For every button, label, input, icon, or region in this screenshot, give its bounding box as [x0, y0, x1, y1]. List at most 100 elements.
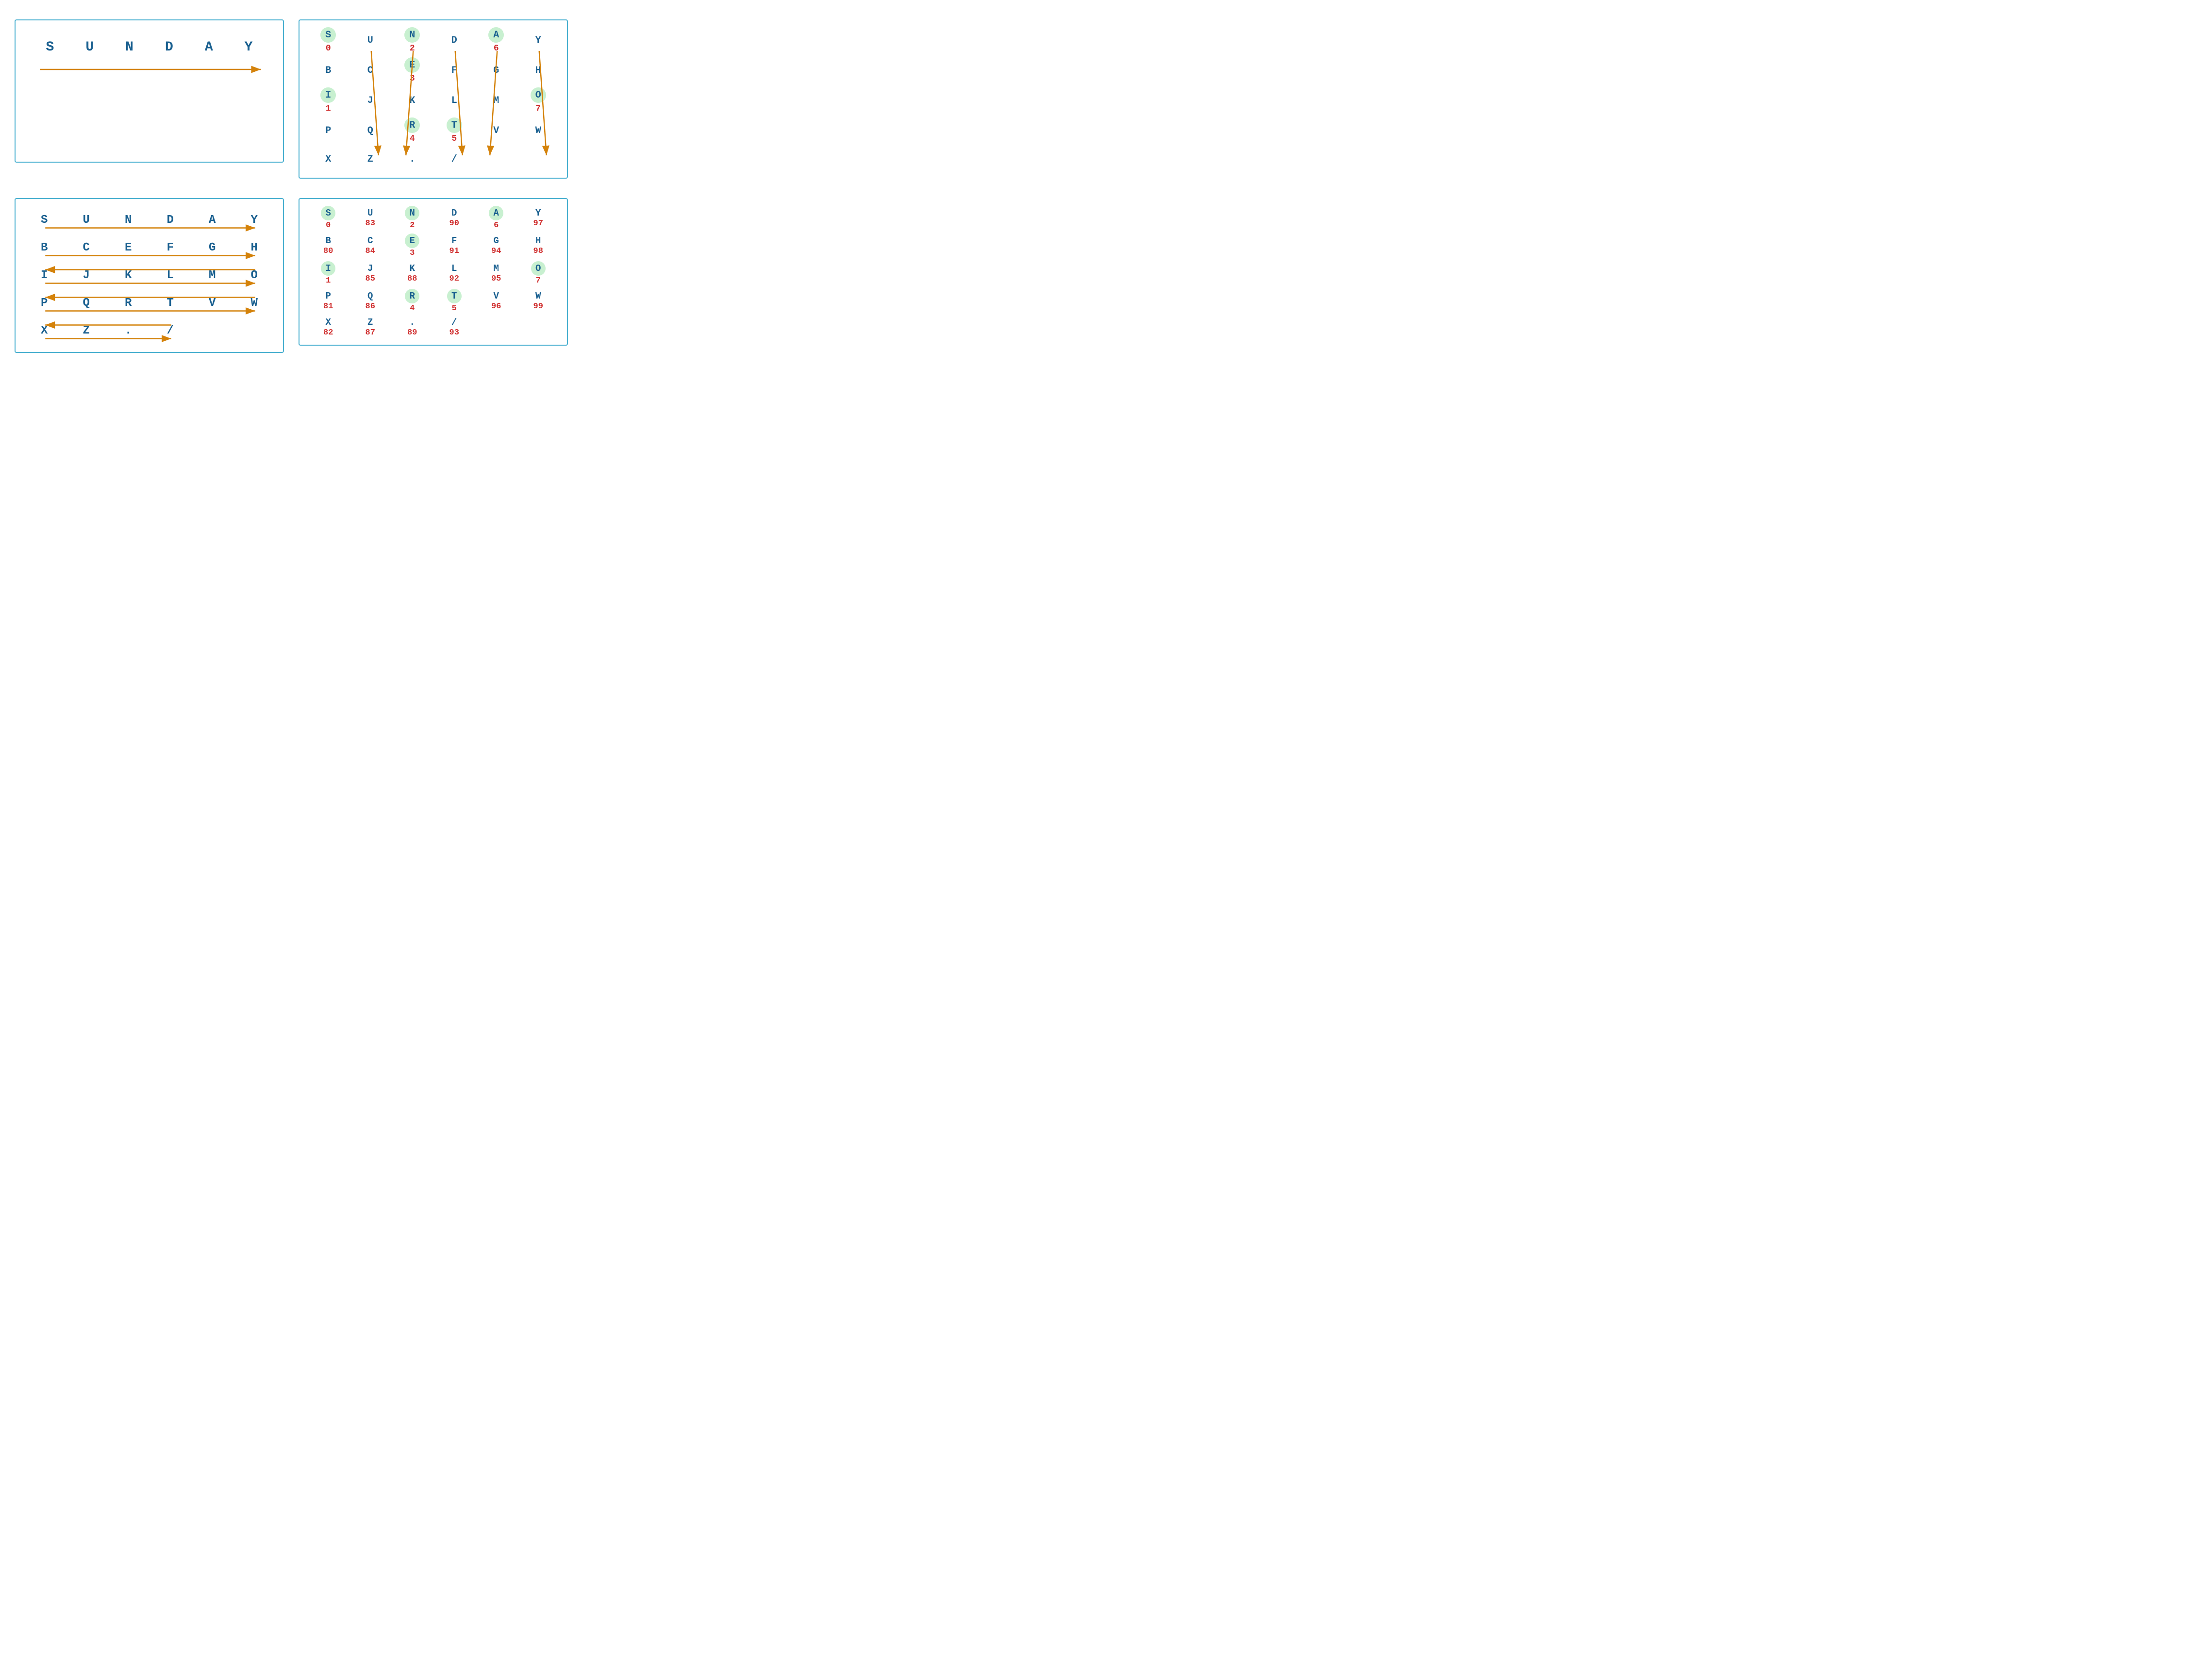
section3-number: 3 — [410, 74, 415, 83]
section4-number: 80 — [323, 247, 333, 256]
section4-cell: Q86 — [349, 288, 392, 314]
section3-cell: V — [475, 117, 517, 145]
section4-cell: B80 — [307, 233, 349, 259]
section4-letter: E — [405, 234, 419, 248]
section4-number: 93 — [449, 328, 459, 337]
section4-letter: U — [367, 208, 373, 218]
section4-letter: W — [535, 291, 541, 301]
section4-letter: J — [367, 263, 373, 274]
section3-number: 4 — [410, 134, 415, 144]
section2-cell: X — [23, 322, 66, 339]
section4-letter: D — [451, 208, 457, 218]
section4-letter: H — [535, 235, 541, 246]
section3-letter: P — [325, 125, 331, 136]
section4-letter: N — [405, 206, 419, 220]
section1-box: S U N D A Y — [15, 19, 284, 163]
section4-cell: K88 — [391, 260, 433, 286]
section4-cell: G94 — [475, 233, 517, 259]
section3-letter: W — [535, 125, 541, 136]
section4-cell: U83 — [349, 205, 392, 231]
section4-number: 83 — [366, 219, 375, 228]
section3-letter: G — [493, 65, 499, 76]
section3-letter: B — [325, 65, 331, 76]
section3-cell: H — [517, 56, 560, 84]
section4-number: 7 — [536, 276, 541, 285]
section2-cell: U — [66, 212, 108, 229]
section3-letter: F — [451, 65, 457, 76]
section3-letter: M — [493, 95, 499, 106]
section2-cell: E — [107, 239, 150, 256]
section4-number: 0 — [326, 221, 331, 230]
section3-letter: S — [320, 27, 336, 43]
section2-cell: . — [107, 322, 150, 339]
section3-box: S0UN2DA6YBCE3FGHI1JKLMO7PQR4T5VWXZ./ — [299, 19, 568, 179]
section4-number: 6 — [494, 221, 499, 230]
section3-number: 2 — [410, 44, 415, 53]
section4-number: 86 — [366, 302, 375, 311]
section3-cell: E3 — [391, 56, 433, 84]
section3-letter: L — [451, 95, 457, 106]
section3-letter: T — [447, 117, 462, 133]
section3-letter: N — [404, 27, 420, 43]
section1-arrow — [25, 60, 273, 79]
section4-cell: D90 — [433, 205, 476, 231]
section4-cell: .89 — [391, 316, 433, 339]
section2-cell: I — [23, 267, 66, 284]
section4-cell: V96 — [475, 288, 517, 314]
section3-letter: Q — [367, 125, 373, 136]
section2-cell: Q — [66, 295, 108, 312]
section4-cell: L92 — [433, 260, 476, 286]
section3-cell: F — [433, 56, 476, 84]
section3-cell: I1 — [307, 86, 349, 115]
section2-cell: A — [191, 212, 233, 229]
section2-cell: G — [191, 239, 233, 256]
section3-cell: Z — [349, 147, 392, 172]
letter-Y: Y — [245, 40, 253, 55]
section4-letter: I — [321, 261, 335, 276]
section2-cell: K — [107, 267, 150, 284]
section3-letter: Z — [367, 154, 373, 165]
section3-letter: K — [409, 95, 415, 106]
section3-letter: D — [451, 35, 457, 46]
section3-letter: O — [531, 87, 546, 103]
section4-cell: W99 — [517, 288, 560, 314]
section4-letter: R — [405, 289, 419, 303]
section4-cell: F91 — [433, 233, 476, 259]
section4-cell: A6 — [475, 205, 517, 231]
section4-cell: N2 — [391, 205, 433, 231]
section2-box: SUNDAYBCEFGHIJKLMOPQRTVWXZ./ — [15, 198, 284, 353]
section4-box: S0U83N2D90A6Y97B80C84E3F91G94H98I1J85K88… — [299, 198, 568, 346]
section4-letter: O — [531, 261, 546, 276]
section4-cell: C84 — [349, 233, 392, 259]
section4-cell: Y97 — [517, 205, 560, 231]
section2-cell: M — [191, 267, 233, 284]
section3-cell: A6 — [475, 26, 517, 54]
section3-letter: C — [367, 65, 373, 76]
section4-cell: R4 — [391, 288, 433, 314]
section3-letter: V — [493, 125, 499, 136]
section3-letter: E — [404, 57, 420, 73]
section4-number: 3 — [410, 249, 415, 258]
section3-cell: / — [433, 147, 476, 172]
section4-cell: E3 — [391, 233, 433, 259]
section4-number: 89 — [407, 328, 417, 337]
section2-cell: P — [23, 295, 66, 312]
section2-cell: J — [66, 267, 108, 284]
section4-number: 90 — [449, 219, 459, 228]
section3-letter: H — [535, 65, 541, 76]
section3-cell: R4 — [391, 117, 433, 145]
section3-letter: . — [409, 154, 415, 165]
section4-letter: F — [451, 235, 457, 246]
section4-letter: M — [494, 263, 499, 274]
section3-cell: Q — [349, 117, 392, 145]
section4-number: 99 — [533, 302, 543, 311]
section4-letter: V — [494, 291, 499, 301]
section4-cell: X82 — [307, 316, 349, 339]
section3-number: 0 — [326, 44, 331, 53]
section3-number: 5 — [451, 134, 457, 144]
section2-cell: T — [150, 295, 192, 312]
section4-letter: / — [451, 317, 457, 328]
section2-cell: S — [23, 212, 66, 229]
section4-cell: S0 — [307, 205, 349, 231]
section2-cell: D — [150, 212, 192, 229]
